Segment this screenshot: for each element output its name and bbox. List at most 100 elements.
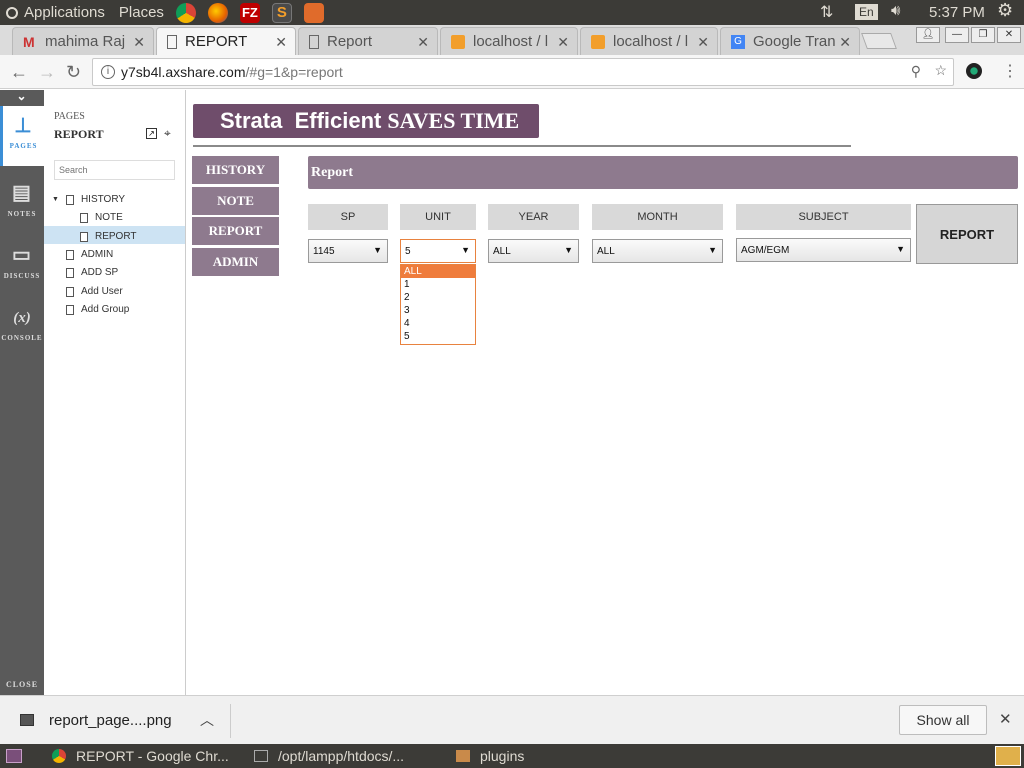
places-menu[interactable]: Places: [119, 4, 164, 21]
network-icon[interactable]: ⇅: [820, 2, 833, 22]
rail-pages[interactable]: ⊥ PAGES: [0, 106, 44, 166]
address-bar[interactable]: i y7sb4l.axshare.com/#g=1&p=report ⚲ ☆: [92, 58, 954, 86]
axure-left-rail: ⌄ ⊥ PAGES ▤ NOTES ▭ DISCUSS (x) CONSOLE …: [0, 90, 44, 695]
new-tab-button[interactable]: [861, 33, 897, 49]
dropdown-arrow-icon: ▼: [461, 245, 470, 255]
tree-item-add-user[interactable]: Add User: [66, 286, 123, 297]
close-tab-icon[interactable]: ✕: [417, 34, 429, 51]
expand-triangle-icon[interactable]: ▼: [52, 196, 59, 203]
info-icon[interactable]: i: [101, 65, 115, 79]
unit-option[interactable]: 2: [401, 291, 475, 304]
phpmyadmin-icon: [451, 34, 465, 49]
keyboard-layout[interactable]: En: [855, 4, 878, 20]
minimize-icon[interactable]: —: [945, 27, 969, 43]
month-select[interactable]: ALL ▼: [592, 239, 723, 263]
close-tab-icon[interactable]: ✕: [133, 34, 145, 51]
tree-item-report[interactable]: REPORT: [80, 231, 137, 242]
back-arrow-icon[interactable]: ←: [10, 62, 28, 83]
locate-page-icon[interactable]: ⌖: [164, 126, 171, 141]
nav-note-button[interactable]: NOTE: [192, 187, 279, 215]
bookmark-star-icon[interactable]: ☆: [934, 62, 947, 79]
unit-option[interactable]: ALL: [401, 265, 475, 278]
unit-option[interactable]: 3: [401, 304, 475, 317]
tab-localhost-2[interactable]: localhost / l ✕: [580, 27, 718, 55]
tree-item-add-group[interactable]: Add Group: [66, 304, 129, 315]
show-desktop-icon[interactable]: [6, 749, 22, 763]
rail-notes[interactable]: ▤ NOTES: [0, 182, 44, 218]
tree-item-add-sp[interactable]: ADD SP: [66, 267, 118, 278]
chrome-tray-icon[interactable]: [995, 746, 1021, 766]
rail-close[interactable]: CLOSE: [0, 680, 44, 689]
tab-google-translate[interactable]: G Google Tran ✕: [720, 27, 860, 55]
menu-icon[interactable]: ⋮: [1002, 61, 1018, 81]
task-terminal[interactable]: /opt/lampp/htdocs/...: [254, 744, 404, 768]
folder-icon: [456, 750, 470, 762]
rail-console[interactable]: (x) CONSOLE: [0, 308, 44, 342]
year-select[interactable]: ALL ▼: [488, 239, 579, 263]
sitemap-icon: ⊥: [14, 115, 33, 137]
reload-icon[interactable]: ↻: [66, 62, 81, 83]
clock[interactable]: 5:37 PM: [929, 4, 985, 21]
unit-option[interactable]: 1: [401, 278, 475, 291]
nav-report-button[interactable]: REPORT: [192, 217, 279, 245]
page-icon: [66, 304, 74, 315]
sp-select[interactable]: 1145 ▼: [308, 239, 388, 263]
tree-item-history[interactable]: ▼ HISTORY: [52, 194, 125, 205]
download-filename[interactable]: report_page....png: [49, 712, 172, 729]
google-translate-icon: G: [731, 34, 745, 49]
unit-header: UNIT: [400, 204, 476, 230]
close-icon[interactable]: ✕: [999, 710, 1012, 728]
notes-icon: ▤: [12, 182, 32, 204]
close-tab-icon[interactable]: ✕: [839, 34, 851, 51]
tab-gmail[interactable]: Mmahima Raj ✕: [12, 27, 154, 55]
subject-header: SUBJECT: [736, 204, 911, 230]
task-chrome[interactable]: REPORT - Google Chr...: [52, 744, 229, 768]
user-profile-icon[interactable]: 👤︎: [916, 27, 940, 43]
restore-icon[interactable]: ❐: [971, 27, 995, 43]
tab-report-active[interactable]: REPORT ✕: [156, 27, 296, 55]
close-tab-icon[interactable]: ✕: [275, 34, 287, 51]
extension-icon[interactable]: [966, 63, 982, 79]
adaptive-view-icon[interactable]: ↗: [146, 128, 157, 139]
firefox-launcher-icon[interactable]: [207, 2, 228, 23]
dropdown-arrow-icon: ▼: [708, 245, 717, 255]
close-tab-icon[interactable]: ✕: [697, 34, 709, 51]
sublime-launcher-icon[interactable]: S: [271, 2, 292, 23]
tab-localhost-1[interactable]: localhost / l ✕: [440, 27, 578, 55]
page-icon: [167, 34, 177, 49]
tab-report[interactable]: Report ✕: [298, 27, 438, 55]
volume-icon[interactable]: 🔊︎: [891, 2, 900, 19]
month-header: MONTH: [592, 204, 723, 230]
unit-select[interactable]: 5 ▼: [400, 239, 476, 263]
report-submit-button[interactable]: REPORT: [916, 204, 1018, 264]
search-input[interactable]: [54, 160, 175, 180]
files-launcher-icon[interactable]: [303, 2, 324, 23]
nav-history-button[interactable]: HISTORY: [192, 156, 279, 184]
show-all-button[interactable]: Show all: [899, 705, 987, 735]
forward-arrow-icon[interactable]: →: [38, 62, 56, 83]
zoom-icon[interactable]: ⚲: [911, 63, 921, 80]
settings-gear-icon[interactable]: ⚙: [997, 0, 1013, 21]
unit-option[interactable]: 4: [401, 317, 475, 330]
chevron-up-icon[interactable]: ︿: [200, 710, 214, 730]
applications-menu[interactable]: Applications: [6, 4, 105, 21]
rail-discuss[interactable]: ▭ DISCUSS: [0, 244, 44, 280]
subject-select[interactable]: AGM/EGM ▼: [736, 238, 911, 262]
url-path: /#g=1&p=report: [245, 64, 343, 80]
close-window-icon[interactable]: ✕: [997, 27, 1021, 43]
close-tab-icon[interactable]: ✕: [557, 34, 569, 51]
page-icon: [66, 249, 74, 260]
chrome-icon: [52, 749, 66, 763]
download-divider: [230, 704, 231, 738]
task-files[interactable]: plugins: [456, 744, 524, 768]
unit-option[interactable]: 5: [401, 330, 475, 343]
current-page-title: REPORT: [54, 127, 104, 141]
system-top-bar: Applications Places FZ S ⇅ En 🔊︎ 5:37 PM…: [0, 0, 1024, 25]
nav-admin-button[interactable]: ADMIN: [192, 248, 279, 276]
tree-item-note[interactable]: NOTE: [80, 212, 123, 223]
collapse-chevron-icon[interactable]: ⌄: [0, 90, 44, 104]
chrome-launcher-icon[interactable]: [175, 2, 196, 23]
tree-item-admin[interactable]: ADMIN: [66, 249, 113, 260]
filezilla-launcher-icon[interactable]: FZ: [239, 2, 260, 23]
browser-tab-strip: Mmahima Raj ✕ REPORT ✕ Report ✕ localhost /…: [0, 25, 1024, 55]
